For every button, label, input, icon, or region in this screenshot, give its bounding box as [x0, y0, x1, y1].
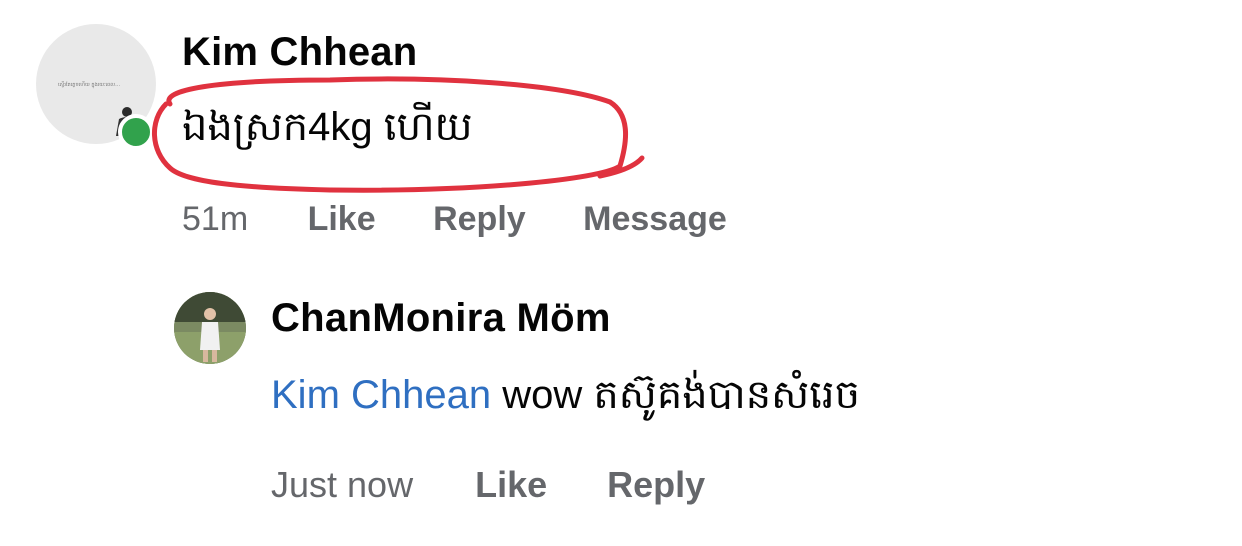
like-button[interactable]: Like	[308, 200, 376, 239]
reply-text-line: Kim Chhean wow តស៊ូគង់បានសំរេច	[271, 369, 860, 428]
mention-link[interactable]: Kim Chhean	[271, 373, 491, 417]
reply-text: wow តស៊ូគង់បានសំរេច	[491, 373, 860, 417]
reply-reply-button[interactable]: Reply	[607, 464, 705, 506]
comment-author-name[interactable]: Kim Chhean	[182, 30, 417, 75]
comment-text: ឯងស្រក4kg ហើយ	[182, 105, 473, 149]
message-button[interactable]: Message	[583, 200, 727, 239]
comment-timestamp: 51m	[182, 200, 249, 238]
reply-button[interactable]: Reply	[433, 200, 526, 239]
reply-author-avatar[interactable]	[174, 292, 246, 364]
avatar-photo	[174, 292, 246, 364]
avatar-image-caption: ស្ទើរតែភ្លេចហើយ ក្នុងរយៈពេល…	[58, 82, 121, 88]
reply-meta-row: Just now Like Reply	[271, 464, 755, 506]
online-status-indicator	[118, 114, 154, 150]
comment-meta-row: 51m Like Reply Message	[182, 200, 775, 239]
reply-like-button[interactable]: Like	[475, 464, 547, 506]
reply-timestamp: Just now	[271, 464, 414, 505]
reply-author-name[interactable]: ChanMonira Möm	[271, 296, 611, 341]
